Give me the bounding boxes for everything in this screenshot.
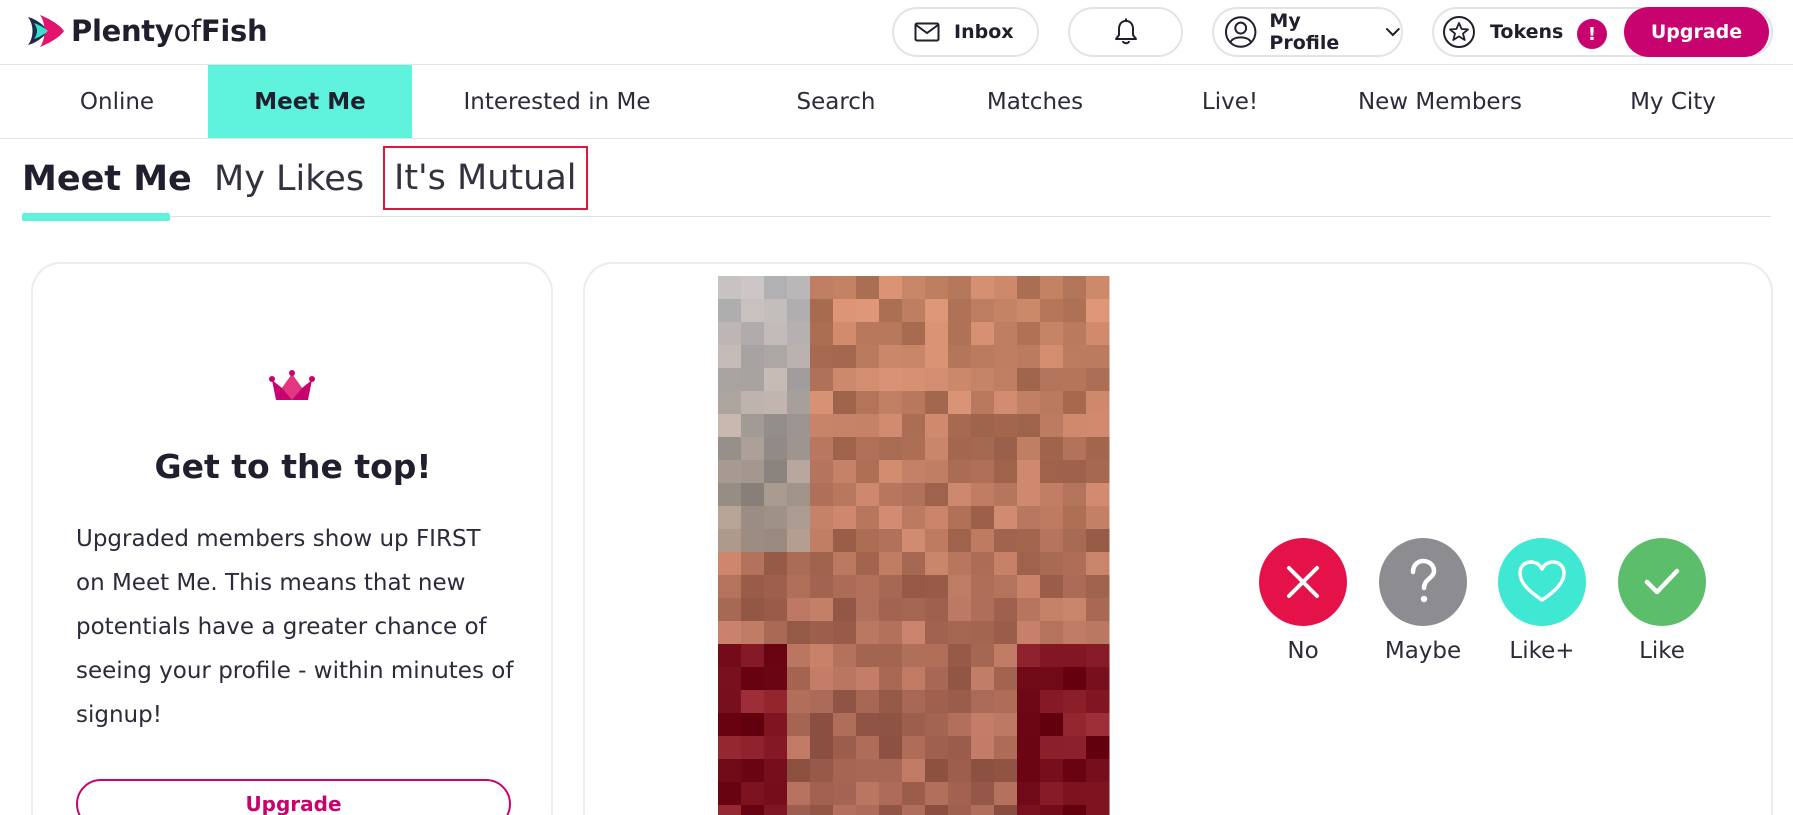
inbox-button[interactable]: Inbox xyxy=(892,7,1039,57)
maybe-action: Maybe xyxy=(1379,538,1467,664)
maybe-label: Maybe xyxy=(1384,638,1462,664)
question-icon xyxy=(1410,558,1437,603)
top-header: PlentyofFish Inbox My Profile Tokens ! U… xyxy=(0,0,1793,65)
my-profile-menu[interactable]: My Profile xyxy=(1212,7,1403,57)
like-plus-label: Like+ xyxy=(1509,638,1575,664)
promo-description: Upgraded members show up FIRST on Meet M… xyxy=(76,526,514,728)
nav-matches[interactable]: Matches xyxy=(970,65,1100,138)
heart-icon xyxy=(1518,560,1566,602)
no-action: No xyxy=(1259,538,1347,664)
nav-new-members[interactable]: New Members xyxy=(1340,65,1540,138)
promo-title: Get to the top! xyxy=(154,447,432,486)
subtab-meet-me[interactable]: Meet Me xyxy=(22,140,192,221)
like-plus-action: Like+ xyxy=(1498,538,1586,664)
logo-word-plenty: Plenty xyxy=(71,14,174,48)
nav-online[interactable]: Online xyxy=(36,65,198,138)
tokens-button[interactable]: Tokens ! Upgrade xyxy=(1432,7,1773,57)
subtab-its-mutual[interactable]: It's Mutual xyxy=(383,146,588,210)
logo-word-fish: Fish xyxy=(200,14,268,48)
crown-icon xyxy=(269,370,315,400)
nav-meet-me[interactable]: Meet Me xyxy=(208,65,412,138)
upgrade-promo-card: Get to the top! Upgraded members show up… xyxy=(31,262,553,815)
chevron-down-icon xyxy=(1386,28,1401,37)
check-icon xyxy=(1644,568,1680,595)
nav-search[interactable]: Search xyxy=(770,65,902,138)
meet-me-subtabs: Meet Me My Likes It's Mutual xyxy=(22,140,1771,221)
tokens-label: Tokens xyxy=(1490,21,1564,43)
meet-me-profile-card: No Maybe Like+ Like xyxy=(583,262,1773,815)
notifications-button[interactable] xyxy=(1068,7,1183,57)
nav-interested-in-me[interactable]: Interested in Me xyxy=(440,65,674,138)
fish-logo-icon xyxy=(28,15,64,47)
no-label: No xyxy=(1287,638,1319,664)
bell-icon xyxy=(1114,18,1137,45)
maybe-button[interactable] xyxy=(1379,538,1467,626)
active-tab-underline xyxy=(22,213,170,221)
logo-word-of: of xyxy=(173,14,201,48)
like-button[interactable] xyxy=(1618,538,1706,626)
logo-text: PlentyofFish xyxy=(71,14,268,48)
main-nav: Online Meet Me Interested in Me Search M… xyxy=(0,65,1793,139)
envelope-icon xyxy=(914,22,940,42)
upgrade-button[interactable]: Upgrade xyxy=(1624,7,1769,57)
subtab-my-likes[interactable]: My Likes xyxy=(214,140,364,217)
star-coin-icon xyxy=(1443,16,1475,48)
subtab-meet-me-label: Meet Me xyxy=(22,158,192,199)
profile-photo[interactable] xyxy=(718,276,1110,815)
x-icon xyxy=(1287,566,1319,598)
plentyoffish-logo[interactable]: PlentyofFish xyxy=(26,10,268,52)
tokens-alert-badge: ! xyxy=(1577,19,1607,49)
nav-live[interactable]: Live! xyxy=(1180,65,1280,138)
no-button[interactable] xyxy=(1259,538,1347,626)
my-profile-label: My Profile xyxy=(1269,10,1340,54)
like-plus-button[interactable] xyxy=(1498,538,1586,626)
pixelated-photo-image xyxy=(718,276,1110,815)
like-label: Like xyxy=(1639,638,1685,664)
promo-upgrade-button[interactable]: Upgrade xyxy=(76,779,511,815)
inbox-label: Inbox xyxy=(954,21,1014,43)
like-action: Like xyxy=(1618,538,1706,664)
nav-my-city[interactable]: My City xyxy=(1608,65,1738,138)
user-avatar-icon xyxy=(1224,16,1257,48)
